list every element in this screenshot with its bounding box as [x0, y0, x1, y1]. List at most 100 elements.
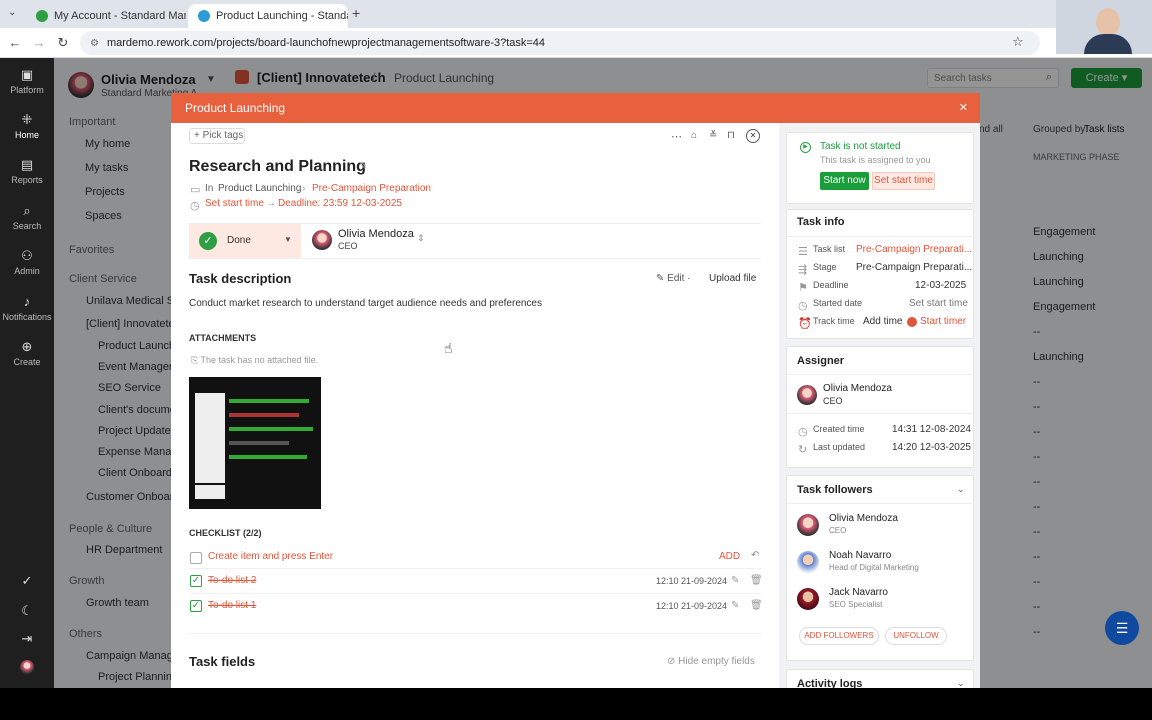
collapse-icon[interactable]: ≚ — [709, 130, 717, 141]
divider — [787, 503, 975, 504]
info-value-started-date[interactable]: Set start time — [909, 298, 968, 309]
tab-list-chevron-icon[interactable]: ⌄ — [8, 7, 16, 18]
trash-icon[interactable]: 🗑 — [750, 600, 763, 611]
reload-icon[interactable]: ↻ — [54, 34, 72, 52]
info-label: Track time — [813, 316, 855, 326]
checklist-item-text[interactable]: To-do list 2 — [208, 575, 256, 586]
hide-empty-fields-button[interactable]: ⊘ Hide empty fields — [667, 656, 755, 667]
divider — [787, 413, 975, 414]
chat-support-icon[interactable]: ☰ — [1105, 611, 1139, 645]
updated-label: Last updated — [813, 442, 866, 452]
webcam-overlay — [1056, 0, 1152, 54]
user-avatar[interactable] — [20, 660, 34, 674]
in-project-link[interactable]: Product Launching — [218, 183, 301, 194]
search-icon: ⌕ — [23, 203, 31, 218]
edit-pencil-icon[interactable]: ✎ — [359, 161, 367, 172]
follower-name[interactable]: Noah Navarro — [829, 550, 891, 561]
task-detail-modal: Product Launching ✕ + Pick tags ⋯ ⌂ ≚ ⊓ … — [171, 93, 980, 688]
set-start-time-link[interactable]: Set start time — [205, 198, 264, 209]
back-arrow-icon[interactable]: ← — [6, 34, 24, 52]
follower-role: SEO Specialist — [829, 600, 883, 609]
task-status-sub: This task is assigned to you — [820, 155, 931, 165]
admin-icon: ⚇ — [21, 248, 33, 263]
rail-moon[interactable]: ☾ — [0, 604, 54, 621]
add-followers-button[interactable]: ADD FOLLOWERS — [799, 627, 879, 645]
browser-tab-product-launching[interactable]: Product Launching - Standard M ✕ — [188, 4, 348, 28]
platform-icon: ▣ — [20, 67, 34, 82]
new-tab-button[interactable]: + — [352, 5, 360, 21]
unfollow-button[interactable]: UNFOLLOW — [885, 627, 947, 645]
task-title[interactable]: Research and Planning — [189, 158, 366, 176]
add-time-button[interactable]: Add time — [863, 316, 902, 327]
follower-avatar — [797, 551, 819, 573]
assignee-name[interactable]: Olivia Mendoza — [338, 228, 414, 240]
url-field[interactable]: ⚙ mardemo.rework.com/projects/board-laun… — [80, 31, 1040, 55]
bookmark-star-icon[interactable]: ☆ — [1012, 34, 1024, 50]
info-value-stage[interactable]: Pre-Campaign Preparati... — [856, 262, 972, 273]
arrow-right-icon: → — [266, 198, 276, 209]
follower-avatar — [797, 514, 819, 536]
clock-icon: ◷ — [190, 200, 200, 212]
undo-icon[interactable]: ↶ — [751, 550, 759, 561]
close-icon[interactable]: ✕ — [959, 101, 968, 114]
rail-home[interactable]: ⁜ Home — [0, 113, 54, 141]
edit-pencil-icon[interactable]: ✎ — [731, 575, 739, 586]
set-start-time-button[interactable]: Set start time — [872, 172, 935, 190]
upload-file-button[interactable]: Upload file — [709, 273, 756, 284]
browser-tab-my-account[interactable]: My Account - Standard Marketi ✕ — [26, 4, 186, 28]
rail-exit[interactable]: ⇥ — [0, 632, 54, 649]
rail-create[interactable]: ⊕ Create — [0, 340, 54, 368]
chevron-down-icon[interactable]: ⌄ — [957, 678, 965, 688]
status-dropdown[interactable]: ✓ Done ▼ — [189, 224, 301, 258]
deadline-link[interactable]: Deadline: 23:59 12-03-2025 — [278, 198, 402, 209]
home-icon[interactable]: ⌂ — [691, 130, 697, 141]
rail-check[interactable]: ✓ — [0, 574, 54, 591]
chevron-down-icon[interactable]: ⌄ — [957, 484, 965, 495]
follower-name[interactable]: Olivia Mendoza — [829, 513, 898, 524]
record-icon — [907, 317, 917, 327]
more-options-icon[interactable]: ⋯ — [671, 130, 682, 143]
checklist-add-button[interactable]: ADD — [719, 551, 740, 562]
close-circle-icon[interactable]: ✕ — [746, 129, 760, 143]
info-value-deadline[interactable]: 12-03-2025 — [915, 280, 966, 291]
edit-description-button[interactable]: ✎ Edit · — [656, 273, 691, 284]
thumbnail-bar — [229, 413, 299, 417]
checklist-new-checkbox[interactable] — [190, 552, 202, 564]
edit-pencil-icon[interactable]: ✎ — [731, 600, 739, 611]
play-circle-icon: ▶ — [800, 142, 811, 153]
browser-tab-bar: ⌄ My Account - Standard Marketi ✕ Produc… — [0, 0, 1152, 28]
start-now-button[interactable]: Start now — [820, 172, 869, 190]
attachment-thumbnail[interactable] — [189, 377, 321, 509]
rail-platform[interactable]: ▣ Platform — [0, 67, 54, 96]
task-followers-card: Task followers ⌄ Olivia Mendoza CEO Noah… — [786, 475, 975, 661]
assignee-avatar — [312, 230, 332, 250]
activity-logs-heading: Activity logs — [797, 678, 863, 688]
checklist-item-text[interactable]: To-do list 1 — [208, 600, 256, 611]
trash-icon[interactable]: 🗑 — [750, 575, 763, 586]
pick-tags-button[interactable]: + Pick tags — [189, 128, 245, 144]
rail-admin[interactable]: ⚇ Admin — [0, 248, 54, 277]
rail-notifications[interactable]: ♪ Notifications — [0, 295, 54, 323]
checklist-item-time: 12:10 21-09-2024 — [656, 576, 728, 586]
app-left-rail: ▣ Platform ⁜ Home ▤ Reports ⌕ Search ⚇ Admin … — [0, 58, 54, 688]
checklist-new-item-input[interactable]: Create item and press Enter — [208, 551, 333, 562]
site-info-icon[interactable]: ⚙ — [90, 38, 99, 49]
attachments-heading: ATTACHMENTS — [189, 333, 257, 343]
forward-arrow-icon[interactable]: → — [30, 34, 48, 52]
sort-updown-icon[interactable]: ⇕ — [417, 233, 425, 244]
rework-favicon-icon — [198, 10, 210, 22]
info-value-task-list[interactable]: Pre-Campaign Preparati... — [856, 244, 972, 255]
start-timer-button[interactable]: Start timer — [920, 316, 966, 327]
follower-role: CEO — [829, 526, 847, 535]
updated-value: 14:20 12-03-2025 — [892, 442, 971, 453]
follower-name[interactable]: Jack Navarro — [829, 587, 888, 598]
thumbnail-bar — [229, 427, 313, 431]
checklist-checkbox[interactable]: ✓ — [190, 575, 202, 587]
divider — [189, 593, 761, 594]
rail-reports[interactable]: ▤ Reports — [0, 158, 54, 186]
rail-search[interactable]: ⌕ Search — [0, 203, 54, 232]
in-list-link[interactable]: Pre-Campaign Preparation — [312, 183, 431, 194]
bookmark-icon[interactable]: ⊓ — [727, 130, 735, 141]
checklist-checkbox[interactable]: ✓ — [190, 600, 202, 612]
assigner-name[interactable]: Olivia Mendoza — [823, 383, 892, 394]
